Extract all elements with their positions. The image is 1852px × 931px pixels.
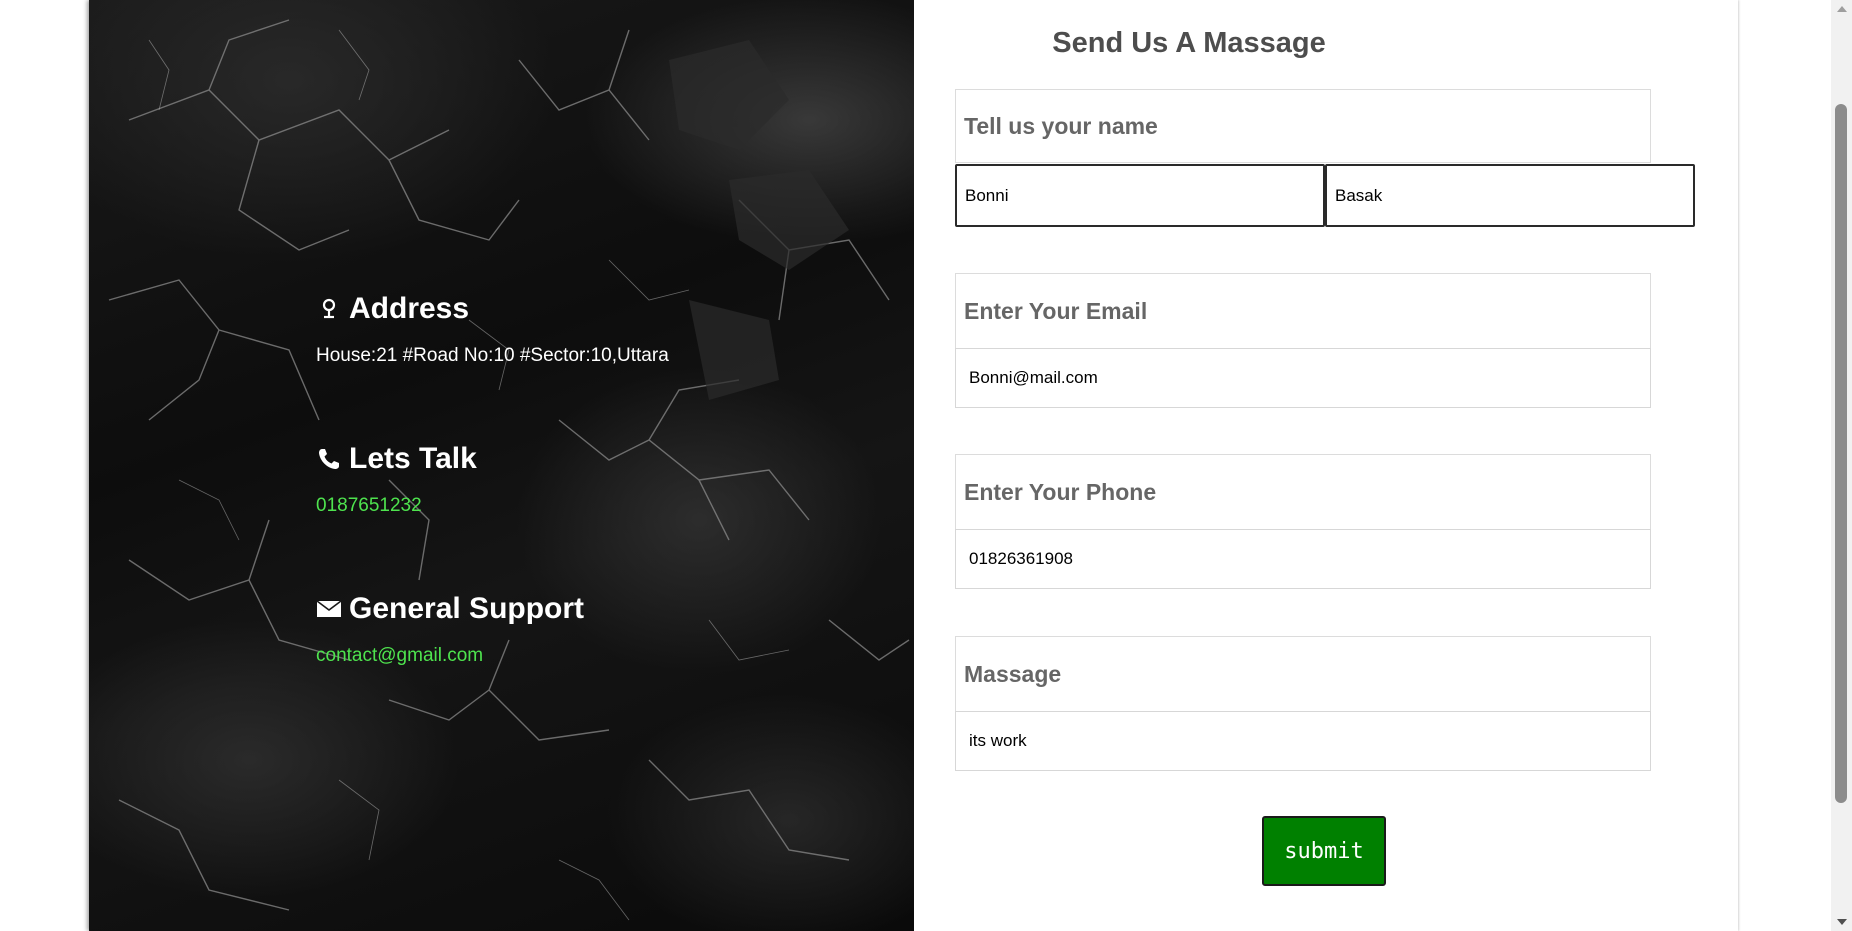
scrollbar-thumb[interactable] [1835, 104, 1847, 803]
first-name-input[interactable] [955, 164, 1325, 227]
lets-talk-section: Lets Talk 0187651232 [316, 441, 477, 517]
last-name-input[interactable] [1325, 164, 1695, 227]
form-title: Send Us A Massage [1052, 27, 1326, 59]
contact-info-panel: Address House:21 #Road No:10 #Sector:10,… [89, 0, 914, 931]
lets-talk-heading: Lets Talk [316, 441, 477, 477]
marble-background [108, 19, 910, 921]
scroll-down-arrow-icon[interactable] [1837, 919, 1847, 925]
map-pin-icon [316, 295, 342, 323]
phone-label: Enter Your Phone [955, 454, 1651, 530]
general-support-title: General Support [349, 592, 585, 625]
general-support-section: General Support contact@gmail.com [316, 591, 584, 667]
support-email-link[interactable]: contact@gmail.com [316, 645, 584, 667]
page-scrollbar[interactable] [1831, 0, 1852, 931]
email-input[interactable] [955, 348, 1651, 408]
message-label: Massage [955, 636, 1651, 712]
envelope-icon [316, 595, 342, 623]
contact-page: Address House:21 #Road No:10 #Sector:10,… [0, 0, 1852, 931]
address-heading: Address [316, 291, 669, 327]
address-title: Address [349, 292, 470, 325]
phone-input[interactable] [955, 529, 1651, 589]
name-label: Tell us your name [955, 89, 1651, 163]
phone-number-link[interactable]: 0187651232 [316, 495, 477, 517]
address-section: Address House:21 #Road No:10 #Sector:10,… [316, 291, 669, 367]
address-text: House:21 #Road No:10 #Sector:10,Uttara [316, 345, 669, 366]
contact-card: Address House:21 #Road No:10 #Sector:10,… [89, 0, 1738, 931]
email-label: Enter Your Email [955, 273, 1651, 349]
lets-talk-title: Lets Talk [349, 442, 477, 475]
general-support-heading: General Support [316, 591, 584, 627]
message-input[interactable] [955, 711, 1651, 771]
scroll-up-arrow-icon[interactable] [1837, 6, 1847, 12]
phone-icon [316, 445, 342, 473]
submit-button[interactable]: submit [1262, 816, 1386, 886]
